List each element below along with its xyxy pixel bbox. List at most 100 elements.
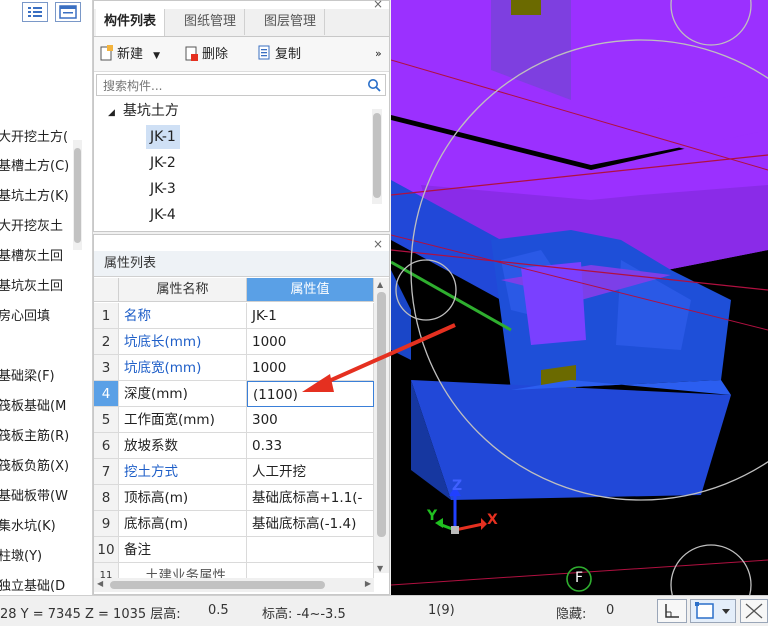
property-value[interactable]: 基础底标高+1.1(- bbox=[247, 485, 374, 511]
ortho-icon bbox=[665, 604, 679, 618]
tree-item[interactable]: 基槽灰土回 bbox=[0, 246, 63, 268]
property-hscrollbar-thumb[interactable] bbox=[110, 581, 325, 589]
list-view-button[interactable] bbox=[22, 2, 48, 22]
property-name: 坑底长(mm) bbox=[119, 329, 247, 355]
selection-box-icon bbox=[695, 602, 730, 619]
property-name-header: 属性名称 bbox=[119, 278, 247, 302]
coordinate-readout: 28 Y = 7345 Z = 1035 层高: bbox=[0, 607, 181, 622]
property-hscrollbar[interactable]: ◀ ▶ bbox=[94, 578, 374, 592]
search-icon[interactable] bbox=[367, 78, 381, 92]
tree-item-jk-3[interactable]: JK-3 bbox=[146, 177, 180, 201]
dropdown-arrow-icon[interactable]: ▼ bbox=[153, 51, 160, 61]
tab-layer-management[interactable]: 图层管理 bbox=[256, 9, 326, 35]
tree-root-label: 基坑土方 bbox=[122, 103, 179, 119]
list-view-icon bbox=[28, 7, 42, 17]
axis-z-label: Z bbox=[452, 478, 463, 494]
tree-item[interactable]: 房心回填 bbox=[0, 306, 50, 328]
tab-bar: 构件列表 图纸管理 图层管理 bbox=[94, 9, 389, 37]
row-number-header bbox=[94, 278, 119, 302]
more-button[interactable]: » bbox=[375, 45, 382, 63]
tree-item[interactable]: 柱墩(Y) bbox=[0, 546, 42, 568]
table-row[interactable]: 9 底标高(m) 基础底标高(-1.4) bbox=[94, 511, 374, 537]
status-bar: 28 Y = 7345 Z = 1035 层高: 0.5 标高: -4~-3.5… bbox=[0, 595, 768, 626]
tree-item[interactable]: 独立基础(D bbox=[0, 576, 65, 595]
tree-item[interactable]: 基坑灰土回 bbox=[0, 276, 63, 298]
row-number: 7 bbox=[94, 459, 119, 485]
tree-item[interactable]: 大开挖灰土 bbox=[0, 216, 63, 238]
property-value[interactable]: 基础底标高(-1.4) bbox=[247, 511, 374, 537]
selection-mode-dropdown[interactable] bbox=[690, 599, 736, 623]
property-panel-title: 属性列表 bbox=[94, 251, 389, 277]
component-list-panel: × 构件列表 图纸管理 图层管理 新建 ▼ 删除 复制 » ◢基坑土方 JK-1… bbox=[93, 0, 390, 232]
property-value[interactable] bbox=[247, 537, 374, 563]
component-toolbar: 新建 ▼ 删除 复制 » bbox=[94, 37, 389, 72]
scroll-up-icon[interactable]: ▲ bbox=[377, 280, 383, 289]
left-scrollbar[interactable] bbox=[73, 140, 82, 250]
delete-label: 删除 bbox=[202, 47, 229, 62]
tree-item[interactable]: 集水坑(K) bbox=[0, 516, 56, 538]
hidden-count: 0 bbox=[606, 603, 615, 618]
cross-select-button[interactable] bbox=[740, 599, 768, 623]
tree-item-jk-2[interactable]: JK-2 bbox=[146, 151, 180, 175]
row-number: 6 bbox=[94, 433, 119, 459]
new-file-icon bbox=[100, 45, 113, 61]
tree-item[interactable]: 基槽土方(C) bbox=[0, 156, 69, 178]
left-scrollbar-thumb[interactable] bbox=[74, 148, 81, 243]
tab-component-list[interactable]: 构件列表 bbox=[96, 9, 166, 36]
property-value-header: 属性值 bbox=[247, 278, 374, 302]
table-row[interactable]: 8 顶标高(m) 基础底标高+1.1(- bbox=[94, 485, 374, 511]
tree-item[interactable]: 筏板负筋(X) bbox=[0, 456, 69, 478]
property-value[interactable]: 人工开挖 bbox=[247, 459, 374, 485]
row-number: 2 bbox=[94, 329, 119, 355]
tree-item[interactable]: 筏板基础(M bbox=[0, 396, 66, 418]
search-input[interactable] bbox=[101, 76, 360, 96]
copy-button[interactable]: 复制 bbox=[258, 45, 301, 63]
table-row[interactable]: 6 放坡系数 0.33 bbox=[94, 433, 374, 459]
property-list-panel: × 属性列表 属性名称 属性值 1 名称 JK-1 2 坑底长(mm) 1000… bbox=[93, 234, 390, 595]
tree-item[interactable]: 大开挖土方( bbox=[0, 127, 68, 149]
tree-item[interactable]: 基础梁(F) bbox=[0, 366, 55, 388]
search-box bbox=[96, 74, 386, 96]
row-number: 5 bbox=[94, 407, 119, 433]
row-number: 8 bbox=[94, 485, 119, 511]
collapse-triangle-icon[interactable]: ◢ bbox=[108, 108, 115, 118]
page-indicator: 1(9) bbox=[428, 603, 455, 618]
component-scrollbar[interactable] bbox=[372, 109, 382, 204]
copy-icon bbox=[258, 45, 270, 60]
property-name: 名称 bbox=[119, 303, 247, 329]
property-name: 放坡系数 bbox=[119, 433, 247, 459]
tree-item[interactable]: 筏板主筋(R) bbox=[0, 426, 69, 448]
copy-label: 复制 bbox=[275, 47, 302, 62]
detail-view-button[interactable] bbox=[55, 2, 81, 22]
component-scrollbar-thumb[interactable] bbox=[373, 113, 381, 198]
delete-file-icon bbox=[185, 46, 198, 61]
ortho-button[interactable] bbox=[657, 599, 687, 623]
hidden-label: 隐藏: bbox=[556, 607, 587, 622]
row-number: 3 bbox=[94, 355, 119, 381]
property-value[interactable]: 300 bbox=[247, 407, 374, 433]
tree-item-jk-1[interactable]: JK-1 bbox=[146, 125, 180, 149]
tree-item[interactable]: 基础板带(W bbox=[0, 486, 68, 508]
tree-root[interactable]: ◢ 基坑土方 bbox=[108, 99, 179, 123]
delete-button[interactable]: 删除 bbox=[185, 45, 228, 63]
table-row[interactable]: 5 工作面宽(mm) 300 bbox=[94, 407, 374, 433]
3d-viewport[interactable]: F Z X Y bbox=[391, 0, 768, 595]
axis-y-label: Y bbox=[427, 508, 438, 524]
scroll-down-icon[interactable]: ▼ bbox=[377, 564, 383, 573]
property-name: 挖土方式 bbox=[119, 459, 247, 485]
tab-drawing-management[interactable]: 图纸管理 bbox=[176, 9, 246, 35]
row-number: 10 bbox=[94, 537, 119, 563]
scroll-left-icon[interactable]: ◀ bbox=[97, 579, 103, 588]
table-row[interactable]: 7 挖土方式 人工开挖 bbox=[94, 459, 374, 485]
property-name: 顶标高(m) bbox=[119, 485, 247, 511]
close-icon[interactable]: × bbox=[373, 237, 383, 251]
table-row[interactable]: 10 备注 bbox=[94, 537, 374, 563]
tree-item[interactable]: 基坑土方(K) bbox=[0, 186, 69, 208]
scroll-right-icon[interactable]: ▶ bbox=[365, 579, 371, 588]
row-number: 1 bbox=[94, 303, 119, 329]
tree-item-jk-4[interactable]: JK-4 bbox=[146, 203, 180, 227]
row-number: 9 bbox=[94, 511, 119, 537]
new-button[interactable]: 新建 ▼ bbox=[100, 45, 160, 63]
property-value[interactable]: 0.33 bbox=[247, 433, 374, 459]
row-number: 4 bbox=[94, 381, 119, 407]
